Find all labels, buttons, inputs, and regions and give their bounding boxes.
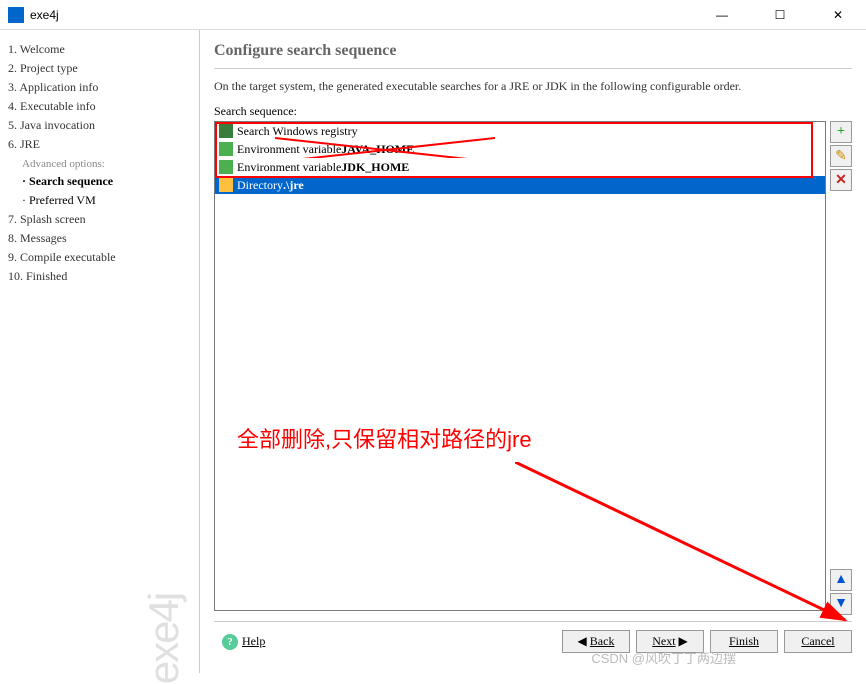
seq-item-java-home[interactable]: Environment variable JAVA_HOME [215,140,825,158]
back-label: Back [590,634,615,649]
delete-button[interactable]: ✕ [830,169,852,191]
folder-icon [219,178,233,192]
maximize-button[interactable]: ☐ [760,5,800,25]
edit-button[interactable]: ✎ [830,145,852,167]
seq-item-directory[interactable]: Directory .\jre [215,176,825,194]
step-compile[interactable]: 9. Compile executable [8,248,191,267]
app-icon [8,7,24,23]
step-executable-info[interactable]: 4. Executable info [8,97,191,116]
sub-preferred-vm[interactable]: Preferred VM [8,191,191,210]
seq-item-text: Environment variable [237,160,341,175]
arrow-right-icon: ▶ [679,634,688,649]
cancel-button[interactable]: Cancel [784,630,852,653]
add-button[interactable]: + [830,121,852,143]
step-jre[interactable]: 6. JRE [8,135,191,154]
step-application-info[interactable]: 3. Application info [8,78,191,97]
seq-item-jdk-home[interactable]: Environment variable JDK_HOME [215,158,825,176]
page-desc: On the target system, the generated exec… [214,69,852,104]
cancel-label: Cancel [801,634,834,649]
seq-item-text: Search Windows registry [237,124,358,139]
env-icon [219,142,233,156]
side-spacer [830,193,852,567]
seq-box-wrap: Search Windows registry Environment vari… [214,121,852,615]
bottom-bar: ? Help ◀ Back Next ▶ Finish Cancel [214,621,852,661]
env-icon [219,160,233,174]
csdn-watermark: CSDN @风吹丁丁两边摆 [591,648,736,667]
sidebar: 1. Welcome 2. Project type 3. Applicatio… [0,30,200,673]
move-down-button[interactable]: ▼ [830,593,852,615]
sub-search-sequence[interactable]: Search sequence [8,172,191,191]
step-project-type[interactable]: 2. Project type [8,59,191,78]
window-controls: — ☐ ✕ [702,5,858,25]
arrow-left-icon: ◀ [578,634,587,649]
step-finished[interactable]: 10. Finished [8,267,191,286]
step-welcome[interactable]: 1. Welcome [8,40,191,59]
main: 1. Welcome 2. Project type 3. Applicatio… [0,30,866,673]
annotation-text: 全部删除,只保留相对路径的jre [237,422,532,454]
side-buttons: + ✎ ✕ ▲ ▼ [830,121,852,615]
step-messages[interactable]: 8. Messages [8,229,191,248]
help-button[interactable]: ? Help [214,631,273,653]
seq-item-text: Environment variable [237,142,341,157]
next-label: Next [652,634,675,649]
window-title: exe4j [30,8,702,22]
help-label: Help [242,634,265,649]
annotation-arrow [515,462,865,632]
seq-item-registry[interactable]: Search Windows registry [215,122,825,140]
minimize-button[interactable]: — [702,5,742,25]
close-button[interactable]: ✕ [818,5,858,25]
page-title: Configure search sequence [214,42,852,69]
search-sequence-list[interactable]: Search Windows registry Environment vari… [214,121,826,611]
seq-item-bold: .\jre [283,178,304,193]
content: Configure search sequence On the target … [200,30,866,673]
registry-icon [219,124,233,138]
sidebar-watermark: exe4j [140,594,188,684]
seq-item-bold: JDK_HOME [341,160,409,175]
seq-item-bold: JAVA_HOME [341,142,414,157]
finish-label: Finish [729,634,759,649]
step-splash[interactable]: 7. Splash screen [8,210,191,229]
step-java-invocation[interactable]: 5. Java invocation [8,116,191,135]
advanced-label: Advanced options: [8,154,191,172]
seq-label: Search sequence: [214,104,852,121]
help-icon: ? [222,634,238,650]
seq-item-text: Directory [237,178,283,193]
titlebar: exe4j — ☐ ✕ [0,0,866,30]
move-up-button[interactable]: ▲ [830,569,852,591]
